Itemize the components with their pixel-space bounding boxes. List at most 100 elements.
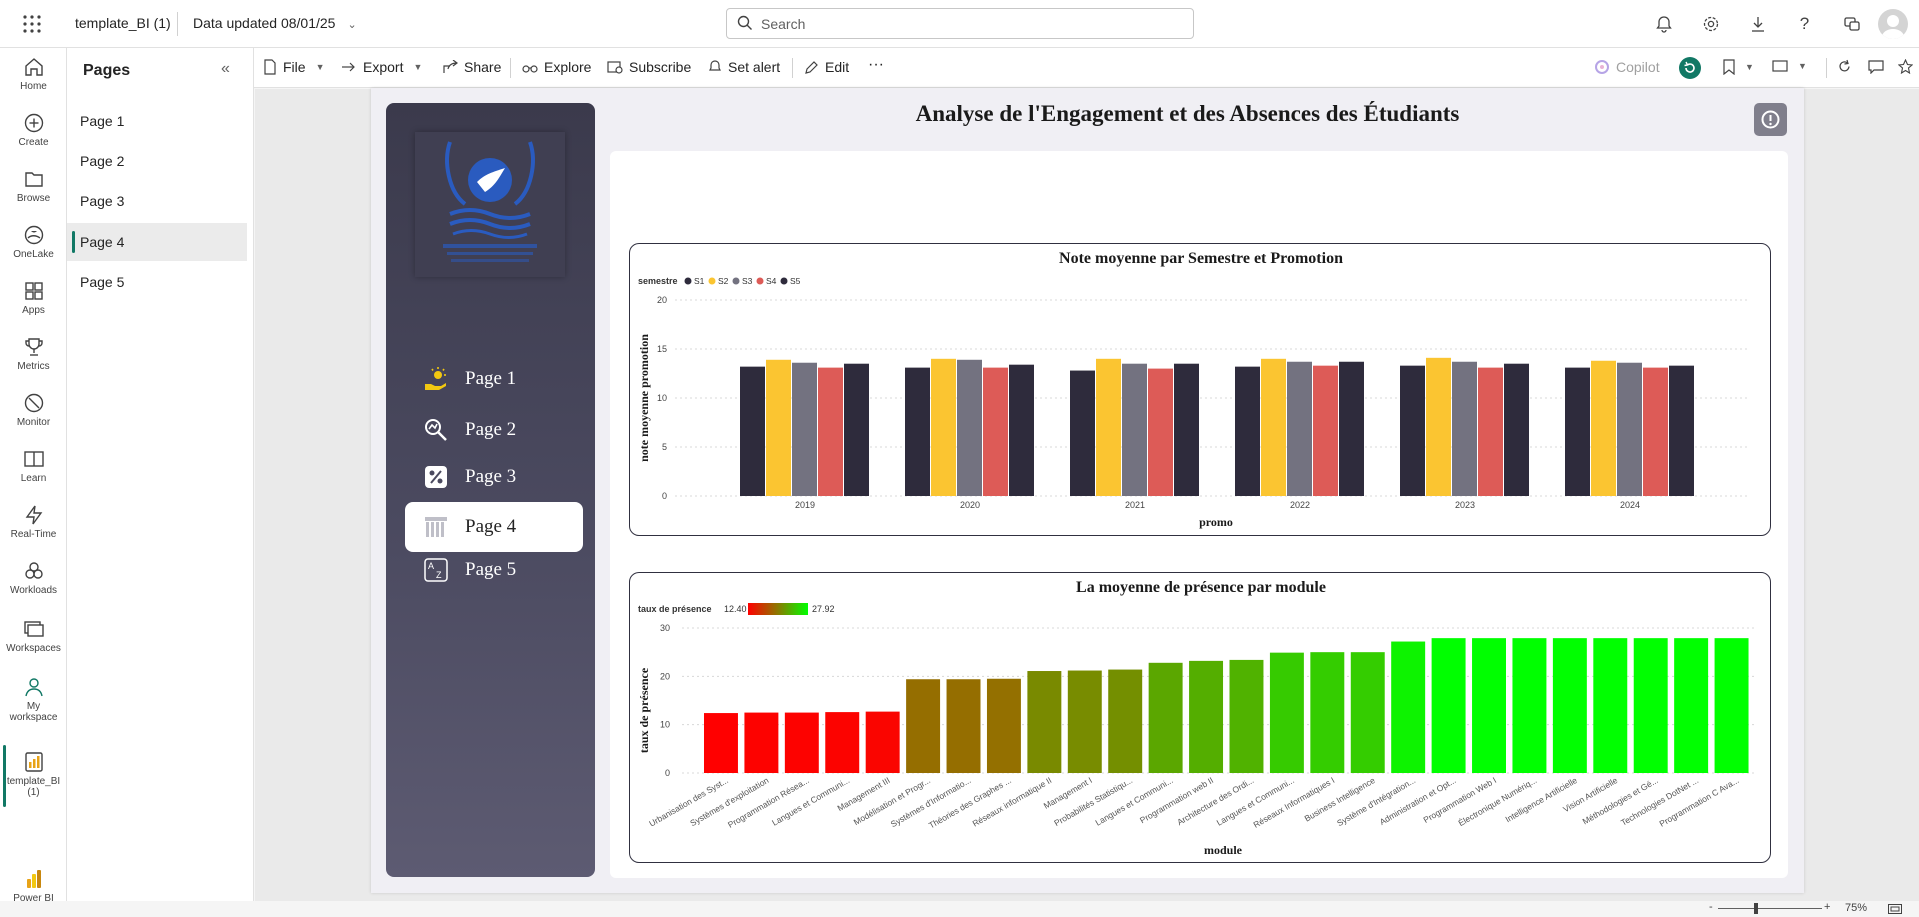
subscribe-label: Subscribe bbox=[629, 59, 692, 75]
double-chevron-left-icon: « bbox=[221, 60, 230, 77]
legend-marker bbox=[756, 277, 764, 285]
user-avatar[interactable] bbox=[1878, 9, 1908, 39]
zoom-in-button[interactable]: + bbox=[1824, 901, 1830, 913]
edit-label: Edit bbox=[825, 59, 850, 75]
collapse-pages-button[interactable]: « bbox=[221, 60, 230, 78]
more-options-button[interactable]: ··· bbox=[868, 56, 884, 74]
share-button[interactable]: Share bbox=[442, 59, 501, 75]
rail-real-time[interactable]: Real-Time bbox=[0, 504, 67, 540]
real-time-icon bbox=[25, 505, 42, 525]
bar bbox=[1070, 370, 1095, 496]
rail-label: Browse bbox=[16, 193, 51, 204]
subscribe-button[interactable]: Subscribe bbox=[607, 59, 691, 75]
rail-browse[interactable]: Browse bbox=[0, 168, 67, 204]
rail-learn[interactable]: Learn bbox=[0, 448, 67, 484]
nav-rail: Home Create Browse OneLake Apps Metrics … bbox=[0, 48, 67, 917]
x-tick-label: 2023 bbox=[1455, 500, 1475, 510]
info-button[interactable] bbox=[1754, 103, 1787, 136]
rail-my-workspace[interactable]: My workspace bbox=[0, 676, 67, 723]
chevron-down-icon: ▼ bbox=[413, 62, 423, 72]
report-nav-page-1[interactable]: Page 1 bbox=[405, 354, 583, 404]
rail-label: template_BI bbox=[6, 776, 61, 787]
search-placeholder: Search bbox=[761, 16, 806, 32]
report-nav-page-3[interactable]: Page 3 bbox=[405, 452, 583, 502]
set-alert-button[interactable]: Set alert bbox=[708, 59, 780, 75]
legend-label: S1 bbox=[694, 276, 705, 286]
favorite-button[interactable] bbox=[1898, 59, 1913, 74]
page-tab-3[interactable]: Page 3 bbox=[67, 182, 247, 220]
rail-monitor[interactable]: Monitor bbox=[0, 392, 67, 428]
bar bbox=[792, 362, 817, 496]
rail-apps[interactable]: Apps bbox=[0, 280, 67, 316]
home-icon bbox=[24, 58, 43, 76]
set-alert-label: Set alert bbox=[728, 59, 781, 75]
report-name[interactable]: template_BI (1) bbox=[75, 15, 171, 31]
app-launcher-icon[interactable] bbox=[22, 14, 42, 34]
feedback-button[interactable] bbox=[1828, 12, 1875, 36]
search-box[interactable]: Search bbox=[726, 8, 1194, 39]
chart-title: Note moyenne par Semestre et Promotion bbox=[1059, 250, 1343, 267]
copilot-button[interactable]: Copilot bbox=[1594, 59, 1660, 75]
magnify-chart-icon bbox=[425, 419, 447, 441]
feedback-icon bbox=[1843, 17, 1860, 31]
bar bbox=[983, 367, 1008, 496]
file-menu[interactable]: File ▼ bbox=[263, 59, 324, 75]
settings-button[interactable] bbox=[1687, 12, 1734, 36]
report-nav-page-5[interactable]: AZ Page 5 bbox=[405, 545, 583, 595]
comment-icon bbox=[1868, 60, 1884, 74]
rail-workloads[interactable]: Workloads bbox=[0, 560, 67, 596]
chart-presence-module[interactable]: La moyenne de présence par module taux de… bbox=[629, 572, 1771, 863]
report-nav-label: Page 2 bbox=[465, 419, 517, 440]
bar bbox=[1269, 652, 1304, 773]
legend-title: semestre bbox=[638, 276, 678, 286]
page-tab-4[interactable]: Page 4 bbox=[67, 223, 247, 261]
page-tab-1[interactable]: Page 1 bbox=[67, 102, 247, 140]
bar bbox=[1512, 638, 1547, 773]
help-button[interactable]: ? bbox=[1781, 12, 1828, 36]
y-tick-label: 20 bbox=[657, 295, 667, 305]
bookmark-button[interactable]: ▼ bbox=[1723, 59, 1754, 75]
refresh-button[interactable] bbox=[1837, 59, 1852, 74]
page-tab-2[interactable]: Page 2 bbox=[67, 142, 247, 180]
zoom-out-button[interactable]: - bbox=[1709, 901, 1713, 913]
bar bbox=[946, 679, 981, 773]
rail-metrics[interactable]: Metrics bbox=[0, 336, 67, 372]
download-icon bbox=[1751, 17, 1764, 32]
legend-max: 27.92 bbox=[812, 604, 835, 614]
rail-onelake[interactable]: OneLake bbox=[0, 224, 67, 260]
file-icon bbox=[264, 59, 276, 75]
bell-icon bbox=[709, 60, 721, 71]
rail-home[interactable]: Home bbox=[0, 56, 67, 92]
bar bbox=[1310, 652, 1345, 773]
bar bbox=[1096, 358, 1121, 496]
view-button[interactable]: ▼ bbox=[1772, 59, 1807, 73]
bar bbox=[1593, 638, 1628, 773]
rail-template-bi[interactable]: template_BI (1) bbox=[0, 745, 67, 807]
zoom-level[interactable]: 75% bbox=[1845, 902, 1867, 914]
edit-button[interactable]: Edit bbox=[804, 59, 849, 75]
rail-power-bi[interactable]: Power BI bbox=[0, 868, 67, 904]
pages-title: Pages bbox=[83, 62, 131, 79]
zoom-slider-thumb[interactable] bbox=[1754, 903, 1758, 914]
rail-workspaces[interactable]: Workspaces bbox=[0, 618, 67, 654]
rail-label: workspace bbox=[9, 712, 58, 723]
notifications-button[interactable] bbox=[1640, 12, 1687, 36]
x-tick-label: Langues et Communi... bbox=[770, 775, 851, 828]
reset-button[interactable] bbox=[1679, 57, 1701, 79]
bar bbox=[1391, 641, 1426, 773]
power-bi-icon bbox=[26, 870, 41, 888]
bell-icon bbox=[1655, 16, 1672, 33]
y-axis-label: taux de présence bbox=[637, 667, 651, 753]
page-tab-5[interactable]: Page 5 bbox=[67, 263, 247, 301]
comments-button[interactable] bbox=[1868, 59, 1884, 74]
workloads-icon bbox=[24, 562, 43, 579]
export-menu[interactable]: Export ▼ bbox=[341, 59, 422, 75]
explore-button[interactable]: Explore bbox=[522, 59, 591, 75]
rail-create[interactable]: Create bbox=[0, 112, 67, 148]
data-updated-dropdown[interactable]: Data updated 08/01/25 ⌄ bbox=[193, 15, 357, 31]
zoom-slider[interactable] bbox=[1718, 903, 1822, 914]
chart-note-moyenne[interactable]: Note moyenne par Semestre et Promotion se… bbox=[629, 243, 1771, 536]
fit-to-page-icon[interactable] bbox=[1888, 904, 1902, 914]
report-nav-page-2[interactable]: Page 2 bbox=[405, 405, 583, 455]
download-button[interactable] bbox=[1734, 12, 1781, 36]
